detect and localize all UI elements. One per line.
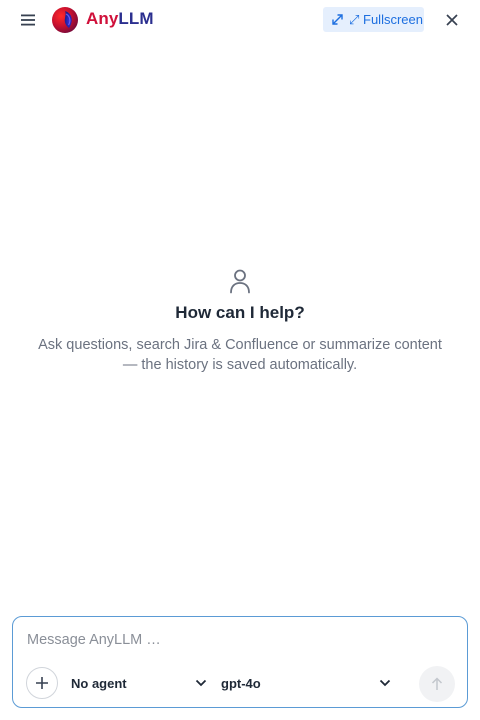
brand-name: AnyLLM	[86, 9, 154, 29]
anyllm-logo	[52, 7, 78, 33]
attach-button[interactable]	[26, 667, 58, 699]
plus-icon	[36, 677, 48, 689]
brand-name-part-a: Any	[86, 9, 119, 28]
menu-button[interactable]	[16, 8, 40, 32]
agent-select-value: No agent	[71, 675, 127, 691]
send-button[interactable]	[419, 666, 455, 702]
header: AnyLLM ⤢ Fullscreen	[0, 0, 480, 40]
chevron-down-icon	[195, 679, 207, 687]
close-button[interactable]	[442, 10, 462, 30]
person-icon	[230, 269, 250, 294]
fullscreen-label: ⤢ Fullscreen	[349, 11, 423, 27]
empty-state-title: How can I help?	[175, 303, 305, 322]
arrow-up-icon	[431, 677, 443, 690]
brand-name-part-b: LLM	[118, 9, 154, 28]
model-select[interactable]: gpt-4o	[221, 674, 391, 692]
hamburger-icon	[21, 14, 35, 26]
chevron-down-icon	[379, 679, 391, 687]
expand-arrows-icon	[332, 14, 343, 25]
message-input[interactable]	[27, 630, 447, 650]
empty-state: How can I help? Ask questions, search Ji…	[0, 268, 480, 375]
model-select-value: gpt-4o	[221, 675, 261, 691]
empty-state-subtitle: Ask questions, search Jira & Confluence …	[38, 337, 442, 373]
agent-select[interactable]: No agent	[71, 674, 207, 692]
close-icon	[446, 14, 458, 26]
message-composer: No agent gpt-4o	[12, 616, 468, 708]
fullscreen-button[interactable]: ⤢ Fullscreen	[323, 7, 424, 32]
